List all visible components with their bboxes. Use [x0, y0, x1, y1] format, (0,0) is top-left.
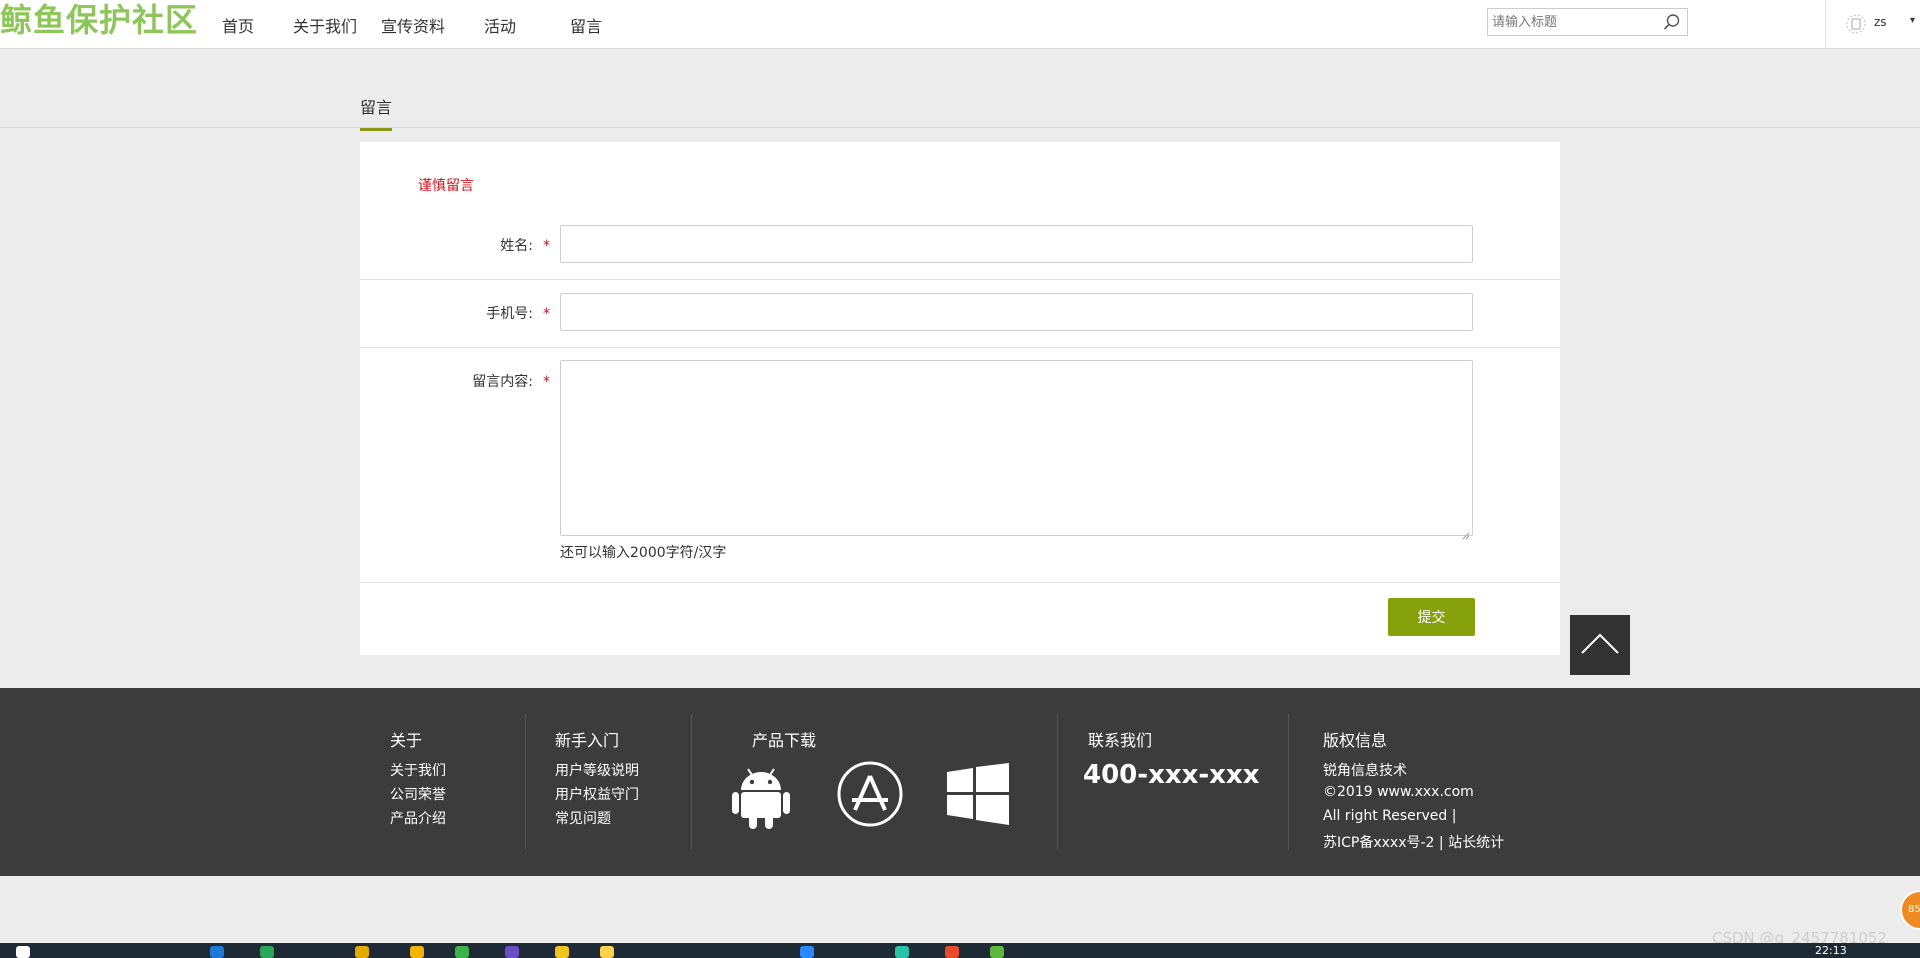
tab-divider	[0, 127, 1920, 128]
app-icon[interactable]	[505, 946, 519, 958]
nav-materials[interactable]: 宣传资料	[381, 13, 445, 37]
footer-divider	[1288, 714, 1289, 849]
footer-contact-title: 联系我们	[1088, 731, 1153, 750]
footer-download-title: 产品下载	[752, 731, 817, 750]
name-field-wrap	[560, 225, 1473, 263]
footer-divider	[1057, 714, 1058, 849]
copyright-line: 锐角信息技术	[1323, 763, 1407, 779]
search-icon[interactable]	[1663, 13, 1681, 35]
nav-activities[interactable]: 活动	[484, 13, 516, 37]
phone-field[interactable]	[561, 294, 1472, 330]
footer-newbie-title: 新手入门	[555, 731, 620, 750]
os-taskbar: 22:13	[0, 943, 1920, 958]
tab-messages[interactable]: 留言	[360, 94, 393, 131]
required-mark: *	[543, 306, 550, 322]
floating-badge[interactable]: 85	[1900, 890, 1920, 930]
avatar-icon	[1846, 13, 1866, 39]
content-textarea[interactable]	[561, 361, 1472, 535]
nav-about[interactable]: 关于我们	[293, 13, 357, 37]
edge-icon[interactable]	[210, 946, 224, 958]
content-label-text: 留言内容:	[472, 374, 533, 390]
chevron-down-icon[interactable]: ▾	[1910, 15, 1915, 26]
app-icon[interactable]	[945, 946, 959, 958]
char-counter: 还可以输入2000字符/汉字	[560, 545, 727, 561]
nav-home[interactable]: 首页	[222, 13, 254, 37]
app-store-icon[interactable]	[836, 760, 904, 832]
files-icon[interactable]	[555, 946, 569, 958]
footer-copyright-title: 版权信息	[1323, 731, 1388, 750]
app-icon[interactable]	[600, 946, 614, 958]
footer-link[interactable]: 用户等级说明	[555, 760, 639, 780]
phone-label-text: 手机号:	[486, 306, 533, 322]
footer-link[interactable]: 关于我们	[390, 760, 446, 780]
resize-grip-icon[interactable]	[1462, 525, 1470, 540]
folder-icon[interactable]	[355, 946, 369, 958]
app-icon[interactable]	[800, 946, 814, 958]
form-notice: 谨慎留言	[418, 178, 474, 194]
search-box	[1487, 8, 1688, 36]
message-form: 谨慎留言 姓名: * 手机号: * 留言内容: * 还可以输入2000字符/汉字 提交	[360, 142, 1560, 655]
name-field[interactable]	[561, 226, 1472, 262]
name-label-text: 姓名:	[500, 238, 533, 254]
row-divider	[360, 347, 1560, 348]
site-footer: 关于 关于我们 公司荣誉 产品介绍 新手入门 用户等级说明 用户权益守门 常见问…	[0, 688, 1920, 876]
browser-icon[interactable]	[260, 946, 274, 958]
footer-link[interactable]: 用户权益守门	[555, 784, 639, 804]
app-icon[interactable]	[895, 946, 909, 958]
chevron-up-icon	[1570, 633, 1630, 679]
windows-start-icon[interactable]	[16, 946, 30, 958]
footer-divider	[691, 714, 692, 849]
copyright-line[interactable]: 苏ICP备xxxx号-2 | 站长统计	[1323, 832, 1504, 852]
footer-about-title: 关于	[390, 731, 423, 750]
row-divider	[360, 582, 1560, 583]
copyright-line: All right Reserved |	[1323, 808, 1457, 824]
search-input[interactable]	[1488, 9, 1656, 35]
content-field-wrap	[560, 360, 1473, 540]
required-mark: *	[543, 374, 550, 390]
footer-link[interactable]: 产品介绍	[390, 808, 446, 828]
phone-field-wrap	[560, 293, 1473, 331]
chrome-icon[interactable]	[455, 946, 469, 958]
username: zs	[1874, 15, 1887, 29]
top-header: 鲸鱼保护社区 首页 关于我们 宣传资料 活动 留言 zs ▾	[0, 0, 1920, 49]
app-icon[interactable]	[410, 946, 424, 958]
wechat-icon[interactable]	[990, 946, 1004, 958]
content-label: 留言内容: *	[440, 371, 550, 391]
copyright-line: ©2019 www.xxx.com	[1323, 784, 1474, 800]
footer-link[interactable]: 常见问题	[555, 808, 611, 828]
clock-time[interactable]: 22:13	[1815, 944, 1847, 957]
row-divider	[360, 279, 1560, 280]
site-logo[interactable]: 鲸鱼保护社区	[0, 1, 198, 39]
nav-messages[interactable]: 留言	[570, 13, 602, 37]
windows-icon[interactable]	[947, 763, 1009, 829]
footer-divider	[525, 714, 526, 849]
submit-button[interactable]: 提交	[1388, 598, 1475, 636]
android-icon[interactable]	[730, 760, 792, 834]
contact-phone: 400-xxx-xxx	[1083, 760, 1260, 790]
back-to-top-button[interactable]	[1570, 615, 1630, 675]
required-mark: *	[543, 238, 550, 254]
footer-link[interactable]: 公司荣誉	[390, 784, 446, 804]
user-menu[interactable]: zs ▾	[1825, 0, 1920, 48]
phone-label: 手机号: *	[440, 303, 550, 323]
name-label: 姓名: *	[440, 235, 550, 255]
